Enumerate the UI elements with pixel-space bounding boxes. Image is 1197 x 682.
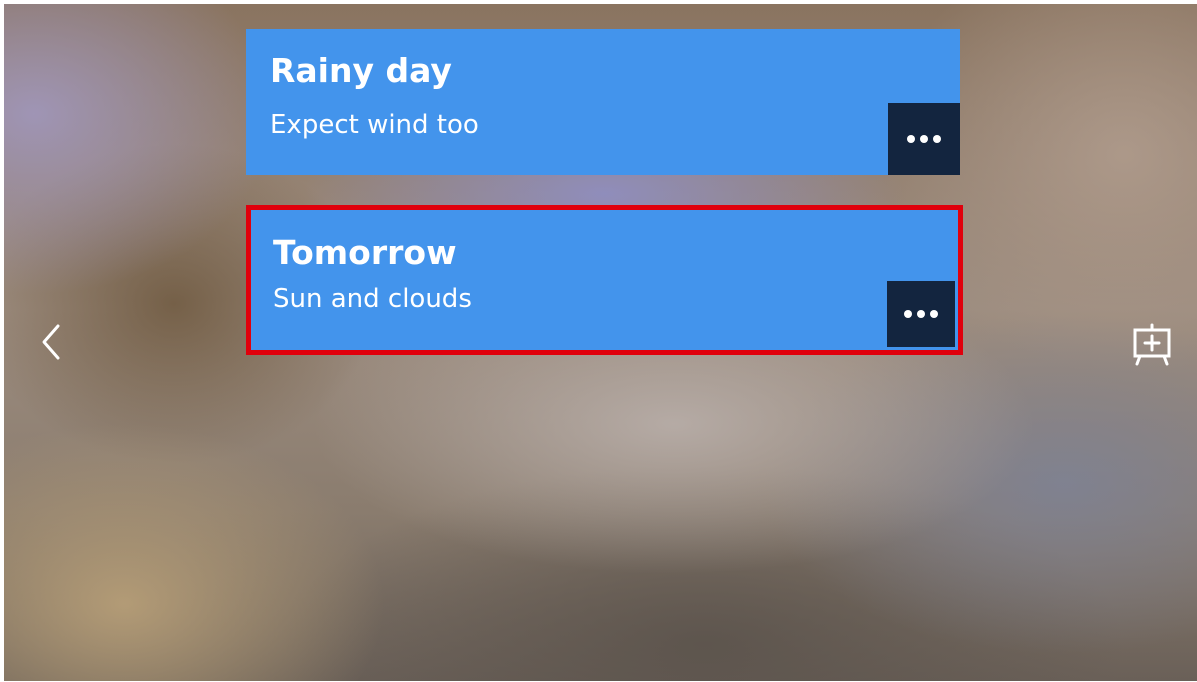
- more-dot-icon: [907, 135, 915, 143]
- add-board-button[interactable]: [1130, 322, 1174, 366]
- more-dot-icon: [904, 310, 912, 318]
- back-button[interactable]: [34, 320, 70, 364]
- card-tomorrow-selected[interactable]: Tomorrow Sun and clouds: [246, 205, 963, 355]
- more-options-button[interactable]: [888, 103, 960, 175]
- card-title: Rainy day: [270, 51, 452, 90]
- more-options-button[interactable]: [887, 281, 955, 347]
- more-dot-icon: [933, 135, 941, 143]
- add-board-icon: [1133, 323, 1171, 366]
- card-subtitle: Sun and clouds: [273, 284, 472, 314]
- chevron-left-icon: [42, 324, 60, 360]
- more-dot-icon: [920, 135, 928, 143]
- card-subtitle: Expect wind too: [270, 110, 479, 140]
- card-title: Tomorrow: [273, 233, 457, 272]
- app-screen: Rainy day Expect wind too Tomorrow Sun a…: [4, 4, 1197, 681]
- more-dot-icon: [917, 310, 925, 318]
- card-rainy-day[interactable]: Rainy day Expect wind too: [246, 29, 960, 175]
- more-dot-icon: [930, 310, 938, 318]
